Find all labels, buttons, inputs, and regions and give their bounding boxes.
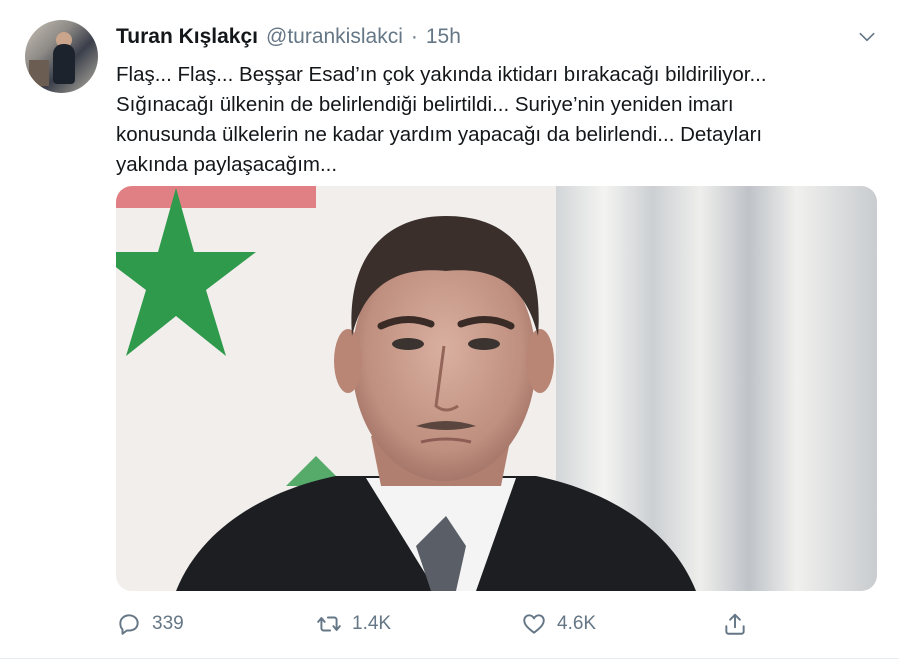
heart-icon[interactable] <box>521 611 547 637</box>
reply-icon[interactable] <box>116 611 142 637</box>
separator: · <box>410 25 418 48</box>
retweet-icon[interactable] <box>316 611 342 637</box>
author-name[interactable]: Turan Kışlakçı <box>116 25 258 49</box>
share-icon[interactable] <box>722 611 748 637</box>
tweet-image[interactable] <box>116 186 877 591</box>
portrait-photo <box>116 186 877 591</box>
reply-count: 339 <box>152 613 184 634</box>
avatar-background <box>29 60 49 86</box>
author-handle[interactable]: @turankislakci <box>266 25 403 49</box>
tweet[interactable]: Turan Kışlakçı @turankislakci · 15h Flaş… <box>0 0 899 659</box>
timestamp[interactable]: 15h <box>426 25 461 49</box>
tweet-header: Turan Kışlakçı @turankislakci · 15h <box>116 24 461 50</box>
reply-action[interactable]: 339 <box>116 606 184 642</box>
retweet-action[interactable]: 1.4K <box>316 606 391 642</box>
chevron-down-icon[interactable] <box>857 27 877 47</box>
tweet-text: Flaş... Flaş... Beşşar Esad’ın çok yakın… <box>116 63 767 176</box>
tweet-actions: 339 1.4K 4.6K <box>116 606 877 642</box>
avatar-figure <box>53 44 75 84</box>
like-count: 4.6K <box>557 613 597 634</box>
retweet-count: 1.4K <box>352 613 392 634</box>
avatar[interactable] <box>25 20 98 93</box>
like-action[interactable]: 4.6K <box>521 606 596 642</box>
share-action[interactable] <box>722 606 748 642</box>
